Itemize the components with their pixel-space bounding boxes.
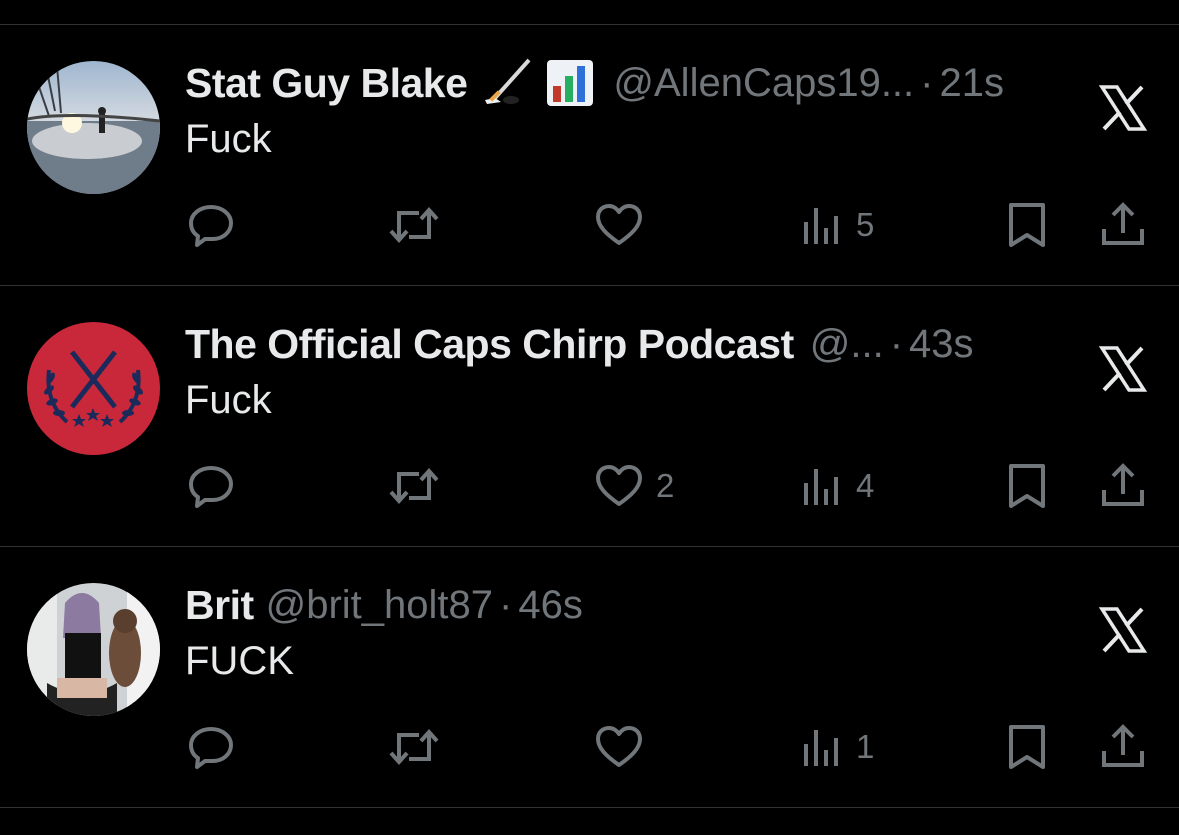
share-button[interactable] bbox=[1098, 717, 1148, 777]
display-name[interactable]: Brit bbox=[185, 582, 254, 629]
bar-chart-icon bbox=[547, 60, 594, 106]
like-button[interactable]: 2 bbox=[594, 456, 674, 516]
views-count: 5 bbox=[856, 206, 875, 243]
repost-button[interactable] bbox=[385, 456, 443, 516]
avatar[interactable] bbox=[27, 322, 160, 455]
bookmark-icon bbox=[1009, 464, 1045, 508]
post-header: Brit @brit_holt87 · 46s bbox=[185, 577, 583, 633]
reply-icon bbox=[189, 205, 233, 247]
handle[interactable]: @brit_holt87 bbox=[266, 583, 493, 628]
views-icon bbox=[804, 469, 838, 505]
repost-button[interactable] bbox=[385, 195, 443, 255]
like-button[interactable] bbox=[594, 717, 656, 777]
views-icon bbox=[804, 208, 838, 244]
share-icon bbox=[1102, 202, 1144, 245]
heart-icon bbox=[596, 204, 642, 245]
heart-icon bbox=[596, 726, 642, 767]
display-name[interactable]: The Official Caps Chirp Podcast bbox=[185, 321, 794, 368]
timestamp[interactable]: 46s bbox=[518, 583, 583, 628]
views-count: 1 bbox=[856, 728, 875, 765]
reply-button[interactable] bbox=[185, 717, 237, 777]
views-button[interactable]: 1 bbox=[800, 717, 874, 777]
x-logo-icon bbox=[1098, 85, 1148, 131]
bookmark-icon bbox=[1009, 203, 1045, 247]
timeline-feed: Stat Guy Blake @AllenCaps19... · 21s Fuc… bbox=[0, 0, 1179, 835]
post-header: Stat Guy Blake @AllenCaps19... · 21s bbox=[185, 55, 1004, 111]
timestamp[interactable]: 43s bbox=[909, 322, 974, 367]
post-text: Fuck bbox=[185, 117, 272, 161]
like-count: 2 bbox=[656, 467, 675, 504]
bookmark-icon bbox=[1009, 725, 1045, 769]
post-caps-chirp[interactable]: The Official Caps Chirp Podcast @... · 4… bbox=[0, 286, 1179, 546]
views-button[interactable]: 5 bbox=[800, 195, 874, 255]
views-button[interactable]: 4 bbox=[800, 456, 874, 516]
repost-button[interactable] bbox=[385, 717, 443, 777]
like-button[interactable] bbox=[594, 195, 656, 255]
share-button[interactable] bbox=[1098, 195, 1148, 255]
reply-icon bbox=[189, 466, 233, 508]
post-brit[interactable]: Brit @brit_holt87 · 46s FUCK 1 bbox=[0, 547, 1179, 807]
handle[interactable]: @AllenCaps19... bbox=[613, 61, 914, 106]
views-icon bbox=[804, 730, 838, 766]
separator-dot: · bbox=[889, 321, 904, 366]
avatar[interactable] bbox=[27, 61, 160, 194]
hockey-stick-icon bbox=[485, 58, 531, 104]
views-count: 4 bbox=[856, 467, 875, 504]
reply-button[interactable] bbox=[185, 456, 237, 516]
separator-dot: · bbox=[499, 582, 513, 627]
reply-button[interactable] bbox=[185, 195, 237, 255]
share-icon bbox=[1102, 463, 1144, 506]
reply-icon bbox=[189, 727, 233, 769]
divider bbox=[0, 807, 1179, 808]
display-name[interactable]: Stat Guy Blake bbox=[185, 60, 468, 107]
share-icon bbox=[1102, 724, 1144, 767]
bookmark-button[interactable] bbox=[1003, 195, 1051, 255]
post-text: FUCK bbox=[185, 639, 294, 683]
bookmark-button[interactable] bbox=[1003, 456, 1051, 516]
share-button[interactable] bbox=[1098, 456, 1148, 516]
repost-icon bbox=[389, 467, 439, 505]
separator-dot: · bbox=[920, 60, 934, 105]
post-stat-guy-blake[interactable]: Stat Guy Blake @AllenCaps19... · 21s Fuc… bbox=[0, 25, 1179, 285]
repost-icon bbox=[389, 206, 439, 244]
heart-icon bbox=[596, 465, 642, 506]
x-logo-icon bbox=[1098, 607, 1148, 653]
post-header: The Official Caps Chirp Podcast @... · 4… bbox=[185, 316, 974, 372]
x-logo-icon bbox=[1098, 346, 1148, 392]
post-text: Fuck bbox=[185, 378, 272, 422]
name-emoji bbox=[481, 56, 597, 110]
avatar[interactable] bbox=[27, 583, 160, 716]
handle[interactable]: @... bbox=[810, 322, 884, 367]
timestamp[interactable]: 21s bbox=[939, 61, 1004, 106]
bookmark-button[interactable] bbox=[1003, 717, 1051, 777]
repost-icon bbox=[389, 728, 439, 766]
